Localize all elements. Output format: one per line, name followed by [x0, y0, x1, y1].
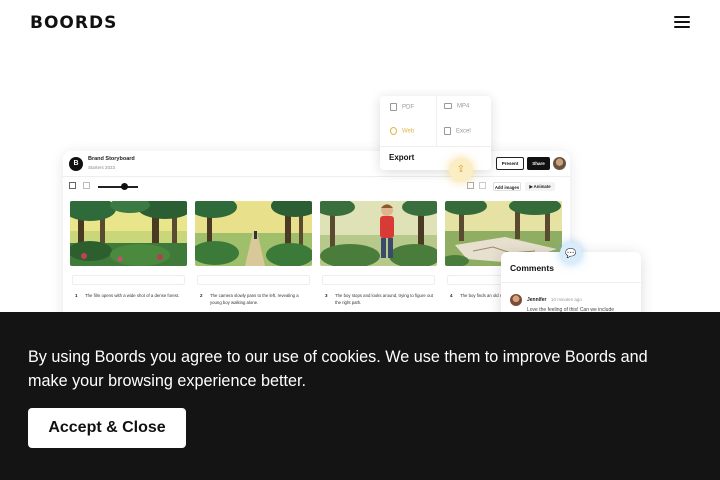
upload-icon: ⇪: [449, 158, 473, 182]
pdf-icon: [390, 103, 397, 111]
list-view-icon: [83, 182, 90, 189]
export-option-label: Web: [402, 128, 415, 135]
frame-number: 3: [325, 293, 328, 298]
chat-bubble-icon: 💬: [560, 242, 582, 264]
table-icon: [444, 127, 451, 135]
frame-label-field: [322, 275, 435, 285]
image-icon: [467, 182, 474, 189]
settings-icon: [479, 182, 486, 189]
present-button: Present: [496, 157, 524, 170]
cookie-banner: By using Boords you agree to our use of …: [0, 312, 720, 480]
animate-button: ▶ Animate: [525, 182, 555, 191]
frame-number: 2: [200, 293, 203, 298]
export-divider: [436, 96, 437, 146]
commenter-avatar: [510, 294, 522, 306]
commenter-name: Jennifer: [527, 297, 547, 303]
user-avatar: [553, 157, 566, 170]
frame-image-forest: [70, 201, 187, 266]
frame-label-field: [72, 275, 185, 285]
frame-description: The boy stops and looks around, trying t…: [335, 293, 433, 305]
cookie-message: By using Boords you agree to our use of …: [28, 348, 648, 390]
frame-description: The film opens with a wide shot of a den…: [85, 293, 180, 298]
frame-image-boy: [320, 201, 437, 266]
top-nav: BOORDS: [0, 0, 720, 46]
frame-description: The camera slowly pans to the left, reve…: [210, 293, 299, 305]
frame-number: 1: [75, 293, 78, 298]
comment-time: 10 minutes ago: [551, 297, 582, 302]
page: BOORDS B Brand Storyboard Starters 2023 …: [0, 0, 720, 480]
zoom-slider: [98, 186, 138, 188]
export-option-label: PDF: [402, 104, 414, 111]
zoom-slider-knob: [121, 183, 128, 190]
export-option-label: Excel: [456, 128, 471, 135]
video-icon: [444, 103, 452, 109]
app-header: B Brand Storyboard Starters 2023 Present…: [63, 151, 570, 177]
export-pdf-option: PDF: [390, 103, 414, 111]
frame-image-path: [195, 201, 312, 266]
export-web-option: Web: [390, 127, 414, 135]
export-menu: PDF MP4 Web Excel Export: [380, 96, 491, 170]
boords-logo[interactable]: BOORDS: [30, 13, 117, 33]
grid-view-icon: [69, 182, 76, 189]
export-excel-option: Excel: [444, 127, 471, 135]
share-button: Share: [527, 157, 550, 170]
app-toolbar: Add images ▶ Animate: [63, 177, 570, 195]
frame-number: 4: [450, 293, 453, 298]
storyboard-subtitle: Starters 2023: [88, 165, 116, 170]
comments-divider: [501, 282, 641, 283]
link-icon: [390, 127, 397, 135]
export-divider: [380, 146, 491, 147]
accept-close-button[interactable]: Accept & Close: [28, 408, 186, 448]
add-images-button: Add images: [493, 182, 521, 191]
comments-title: Comments: [510, 263, 554, 273]
export-mp4-option: MP4: [444, 103, 469, 110]
export-title: Export: [389, 153, 415, 162]
hamburger-menu-icon[interactable]: [674, 16, 690, 28]
frame-label-field: [197, 275, 310, 285]
app-logo-icon: B: [69, 157, 83, 171]
export-option-label: MP4: [457, 103, 470, 110]
storyboard-title: Brand Storyboard: [88, 156, 135, 162]
